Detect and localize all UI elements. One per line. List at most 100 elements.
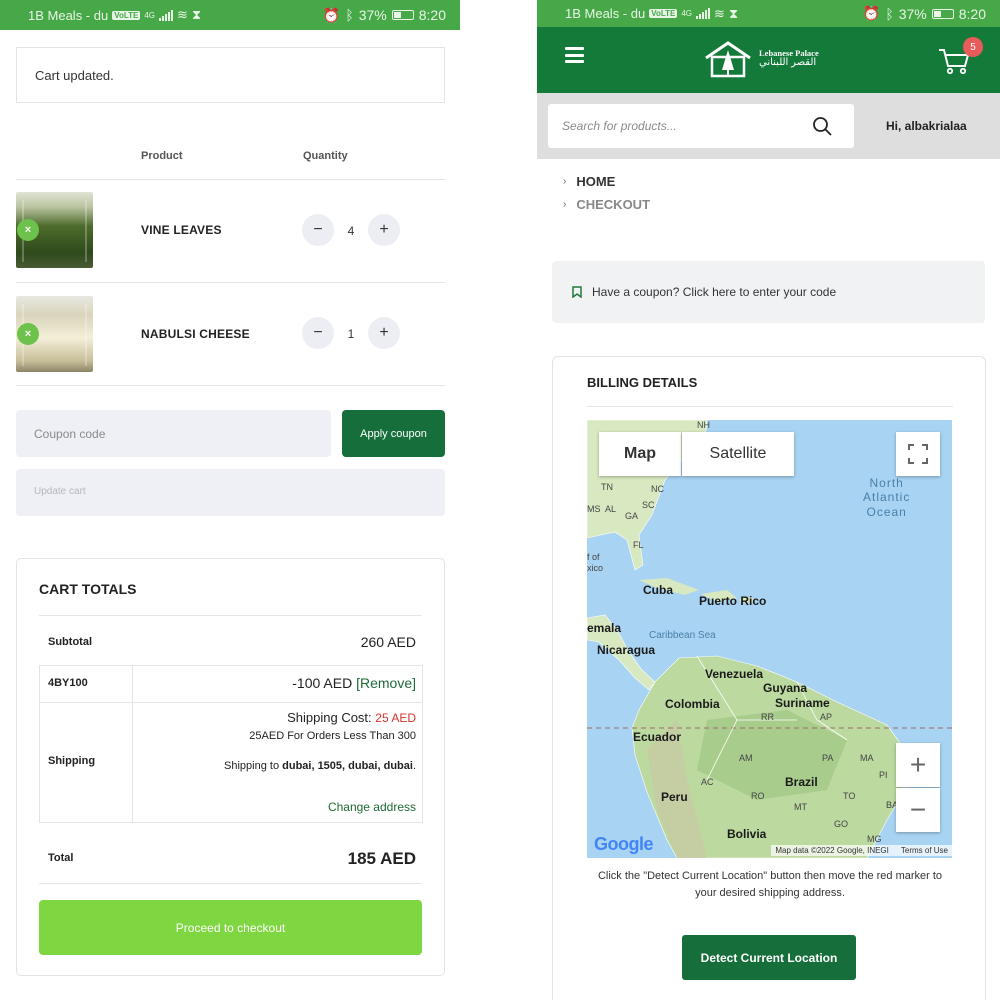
battery-icon — [391, 10, 414, 20]
user-greeting[interactable]: Hi, albakrialaa — [886, 119, 967, 133]
shipping-destination: Shipping to dubai, 1505, dubai, dubai. — [224, 760, 416, 772]
map-label-state: TO — [843, 791, 856, 801]
cart-totals-panel: CART TOTALS Subtotal 260 AED 4BY100 -100… — [16, 558, 445, 976]
change-address-link[interactable]: Change address — [328, 800, 416, 814]
battery-percent: 37% — [898, 5, 927, 22]
bluetooth-icon: ᛒ — [345, 7, 354, 23]
product-column-header: Product — [141, 150, 183, 162]
cart-totals-title: CART TOTALS — [39, 581, 137, 597]
cart-screen: 1B Meals - du VoLTE 4G ≋ ⧗ ⏰ ᛒ 37% 8:20 … — [0, 0, 460, 1000]
fullscreen-icon[interactable] — [896, 432, 940, 476]
billing-details-title: BILLING DETAILS — [587, 375, 698, 390]
clock: 8:20 — [958, 5, 986, 22]
breadcrumb-label: CHECKOUT — [576, 197, 651, 212]
subtotal-label: Subtotal — [48, 636, 92, 648]
breadcrumb-label[interactable]: HOME — [576, 174, 615, 189]
terms-of-use-link[interactable]: Terms of Use — [901, 846, 948, 855]
chevron-right-icon: › — [563, 176, 567, 187]
alarm-icon: ⏰ — [862, 5, 881, 21]
divider — [16, 282, 445, 283]
volte-badge: VoLTE — [112, 10, 141, 20]
remove-item-button[interactable]: × — [17, 219, 39, 241]
status-bar: 1B Meals - du VoLTE 4G ≋ ⧗ ⏰ ᛒ 37% 8:20 — [0, 0, 460, 30]
map-label-suriname: Suriname — [775, 696, 830, 710]
map-label-state: NH — [697, 420, 710, 430]
quantity-value[interactable]: 1 — [341, 327, 361, 341]
map-view-button[interactable]: Map — [599, 432, 681, 476]
satellite-view-button[interactable]: Satellite — [682, 432, 794, 476]
map-label-state: AP — [820, 712, 833, 722]
battery-icon — [931, 8, 954, 19]
map-label-state: SC — [642, 500, 655, 510]
search-input[interactable]: Search for products... — [548, 104, 854, 148]
increase-quantity-button[interactable]: + — [368, 214, 400, 246]
proceed-to-checkout-button[interactable]: Proceed to checkout — [39, 900, 422, 955]
cart-count-badge[interactable]: 5 — [963, 37, 983, 57]
product-name[interactable]: VINE LEAVES — [141, 223, 222, 237]
map-label-state: AL — [605, 504, 617, 514]
network-type: 4G — [144, 10, 156, 20]
divider — [39, 702, 423, 703]
map-label-state: MG — [867, 834, 882, 844]
remove-item-button[interactable]: × — [17, 323, 39, 345]
total-label: Total — [48, 852, 74, 864]
divider — [39, 615, 422, 616]
shipping-label: Shipping — [48, 755, 96, 767]
location-map[interactable]: Cuba Puerto Rico Caribbean Sea emala Nic… — [587, 420, 952, 858]
menu-icon[interactable] — [565, 47, 584, 63]
map-label-gulf-of-mexico: f of xico — [587, 552, 604, 573]
map-label-guatemala: emala — [587, 621, 622, 635]
subtotal-value: 260 AED — [360, 634, 416, 650]
update-cart-button[interactable]: Update cart — [16, 469, 445, 516]
map-label-state: PI — [879, 770, 888, 780]
shipping-to-address: dubai, 1505, dubai, dubai — [282, 760, 413, 772]
alarm-icon: ⏰ — [322, 6, 341, 23]
wifi-icon: ≋ — [714, 5, 725, 21]
bluetooth-icon: ᛒ — [885, 5, 894, 22]
signal-icon — [696, 8, 711, 19]
map-label-state: NC — [651, 484, 664, 494]
map-label-state: AM — [739, 753, 753, 763]
map-label-state: AC — [701, 777, 714, 787]
shipping-cost-value: 25 AED — [375, 711, 416, 725]
map-label-state: RO — [751, 791, 765, 801]
map-label-peru: Peru — [661, 790, 688, 804]
increase-quantity-button[interactable]: + — [368, 317, 400, 349]
brand-logo[interactable]: Lebanese Palace القصر اللبناني — [703, 39, 838, 79]
coupon-prompt-text[interactable]: Have a coupon? Click here to enter your … — [592, 285, 836, 299]
map-label-guyana: Guyana — [763, 681, 808, 695]
network-type: 4G — [681, 9, 693, 18]
map-label-state: MS — [587, 504, 601, 514]
coupon-prompt[interactable]: Have a coupon? Click here to enter your … — [552, 261, 985, 323]
wifi-icon: ≋ — [177, 7, 188, 22]
checkout-screen: 1B Meals - du VoLTE 4G ≋ ⧗ ⏰ ᛒ 37% 8:20 … — [537, 0, 1000, 1000]
decrease-quantity-button[interactable]: − — [302, 317, 334, 349]
billing-details-panel: BILLING DETAILS Cuba Puerto Rico Caribbe… — [552, 356, 986, 1000]
house-logo-icon — [705, 41, 751, 78]
remove-coupon-link[interactable]: [Remove] — [356, 675, 416, 691]
search-bar-area: Search for products... Hi, albakrialaa — [537, 93, 1000, 159]
quantity-value[interactable]: 4 — [341, 224, 361, 238]
shipping-cost: Shipping Cost: 25 AED — [287, 710, 416, 725]
detect-location-button[interactable]: Detect Current Location — [682, 935, 856, 980]
search-icon[interactable] — [812, 116, 832, 136]
battery-percent: 37% — [358, 7, 387, 23]
apply-coupon-button[interactable]: Apply coupon — [342, 410, 445, 457]
map-instruction: Click the "Detect Current Location" butt… — [597, 870, 943, 899]
quantity-column-header: Quantity — [303, 150, 348, 162]
bookmark-icon — [572, 286, 582, 298]
zoom-in-button[interactable]: + — [896, 743, 940, 787]
divider — [16, 385, 445, 386]
total-value: 185 AED — [347, 849, 416, 868]
map-label-state: FL — [633, 540, 644, 550]
map-label-north-atlantic: North Atlantic Ocean — [863, 476, 911, 519]
zoom-out-button[interactable]: − — [896, 788, 940, 832]
coupon-code-input[interactable]: Coupon code — [16, 410, 331, 457]
breadcrumb-home[interactable]: › HOME — [563, 174, 615, 189]
product-name[interactable]: NABULSI CHEESE — [141, 327, 250, 341]
map-label-state: PA — [822, 753, 834, 763]
map-label-bolivia: Bolivia — [727, 827, 767, 841]
decrease-quantity-button[interactable]: − — [302, 214, 334, 246]
map-label-ecuador: Ecuador — [633, 730, 682, 744]
screen-gap — [460, 0, 537, 1000]
